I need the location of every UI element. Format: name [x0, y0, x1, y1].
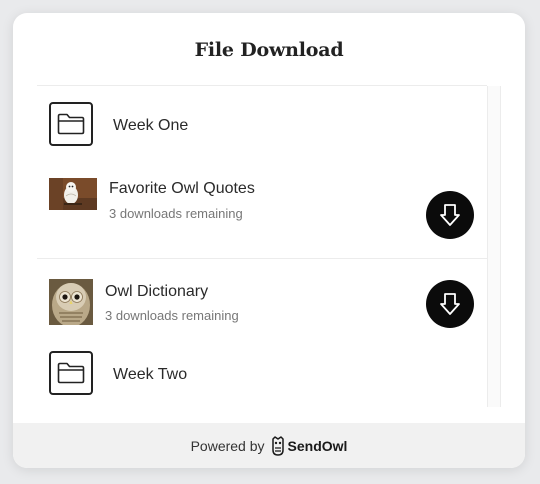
file-row-favorite-owl-quotes: Favorite Owl Quotes 3 downloads remainin…: [37, 166, 487, 258]
folder-icon: [49, 351, 93, 395]
page-title: File Download: [194, 39, 344, 61]
file-name: Owl Dictionary: [105, 283, 209, 300]
folder-icon: [49, 102, 93, 146]
sendowl-brand-link[interactable]: SendOwl: [271, 435, 348, 456]
owl-logo-icon: [271, 435, 284, 456]
download-list: Week One Favorite Owl Quotes 3 downloads: [37, 85, 487, 408]
folder-row-week-one[interactable]: Week One: [37, 86, 487, 166]
powered-by-text: Powered by: [190, 437, 265, 454]
owl-thumbnail-image: [49, 279, 93, 325]
scrollbar[interactable]: [487, 86, 501, 407]
folder-label: Week Two: [113, 366, 188, 383]
downloads-remaining: 3 downloads remaining: [105, 308, 239, 323]
folder-label: Week One: [113, 117, 189, 134]
file-row-owl-dictionary: Owl Dictionary 3 downloads remaining: [37, 259, 487, 349]
brand-name: SendOwl: [287, 437, 348, 454]
owl-thumbnail-image: [49, 178, 97, 210]
footer: Powered by SendOwl: [13, 423, 525, 468]
download-button[interactable]: [426, 191, 474, 239]
folder-row-week-two[interactable]: Week Two: [37, 349, 487, 408]
download-icon: [440, 293, 460, 315]
download-icon: [440, 204, 460, 226]
file-name: Favorite Owl Quotes: [109, 180, 255, 197]
file-download-modal: File Download Week One Favorite Owl Quot…: [13, 13, 525, 468]
downloads-remaining: 3 downloads remaining: [109, 206, 243, 221]
download-button[interactable]: [426, 280, 474, 328]
